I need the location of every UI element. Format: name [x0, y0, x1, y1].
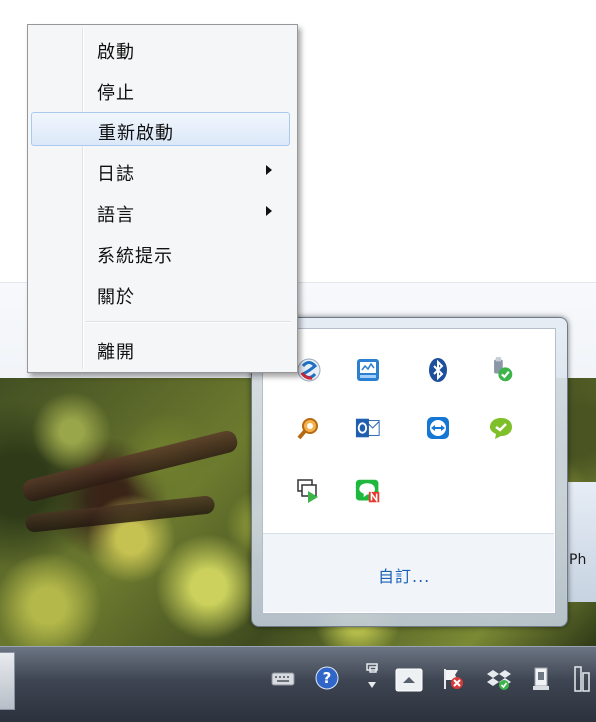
network-status-icon[interactable] — [570, 664, 594, 694]
background-window-label: Ph — [569, 552, 587, 568]
svg-text:?: ? — [323, 669, 332, 687]
app-swirl-icon[interactable] — [296, 357, 322, 383]
menu-item-label: 語言 — [97, 205, 135, 226]
menu-item-system-notice[interactable]: 系統提示 — [31, 235, 290, 269]
menu-item-label: 停止 — [97, 83, 135, 104]
background-window[interactable] — [566, 482, 596, 602]
menu-item-label: 日誌 — [97, 164, 135, 185]
customize-link[interactable]: 自訂... — [378, 563, 430, 587]
chat-green-icon[interactable] — [488, 415, 514, 441]
key-search-icon[interactable] — [296, 415, 322, 441]
context-menu: 啟動 停止 重新啟動 日誌 語言 系統提示 關於 離開 — [27, 24, 298, 373]
network-monitor-icon[interactable] — [355, 357, 381, 383]
dropbox-icon[interactable] — [486, 666, 512, 692]
show-hidden-icons-button[interactable] — [394, 667, 424, 693]
outlook-icon[interactable] — [355, 415, 381, 441]
menu-item-start[interactable]: 啟動 — [31, 31, 290, 65]
keyboard-icon[interactable] — [270, 668, 296, 690]
line-messenger-icon[interactable] — [355, 478, 381, 504]
network-icon[interactable] — [362, 660, 382, 694]
teamviewer-icon[interactable] — [425, 415, 451, 441]
remote-desktop-icon[interactable] — [296, 478, 322, 504]
safely-remove-hardware-icon[interactable] — [528, 665, 554, 693]
menu-item-stop[interactable]: 停止 — [31, 72, 290, 106]
usb-device-ok-icon[interactable] — [488, 357, 514, 383]
menu-item-restart[interactable]: 重新啟動 — [31, 112, 290, 146]
submenu-arrow-icon — [266, 206, 272, 216]
menu-item-language[interactable]: 語言 — [31, 194, 290, 228]
menu-item-exit[interactable]: 離開 — [31, 331, 290, 365]
submenu-arrow-icon — [266, 165, 272, 175]
action-center-flag-icon[interactable] — [440, 666, 466, 692]
menu-item-label: 重新啟動 — [98, 123, 174, 144]
taskbar-button[interactable] — [0, 652, 15, 710]
menu-item-label: 離開 — [97, 342, 135, 363]
menu-item-about[interactable]: 關於 — [31, 276, 290, 310]
menu-separator — [86, 321, 291, 323]
bluetooth-icon[interactable] — [425, 357, 451, 383]
menu-item-label: 關於 — [97, 287, 135, 308]
menu-item-label: 系統提示 — [97, 246, 173, 267]
help-icon[interactable]: ? — [314, 665, 340, 691]
menu-item-label: 啟動 — [97, 42, 135, 63]
menu-item-log[interactable]: 日誌 — [31, 153, 290, 187]
